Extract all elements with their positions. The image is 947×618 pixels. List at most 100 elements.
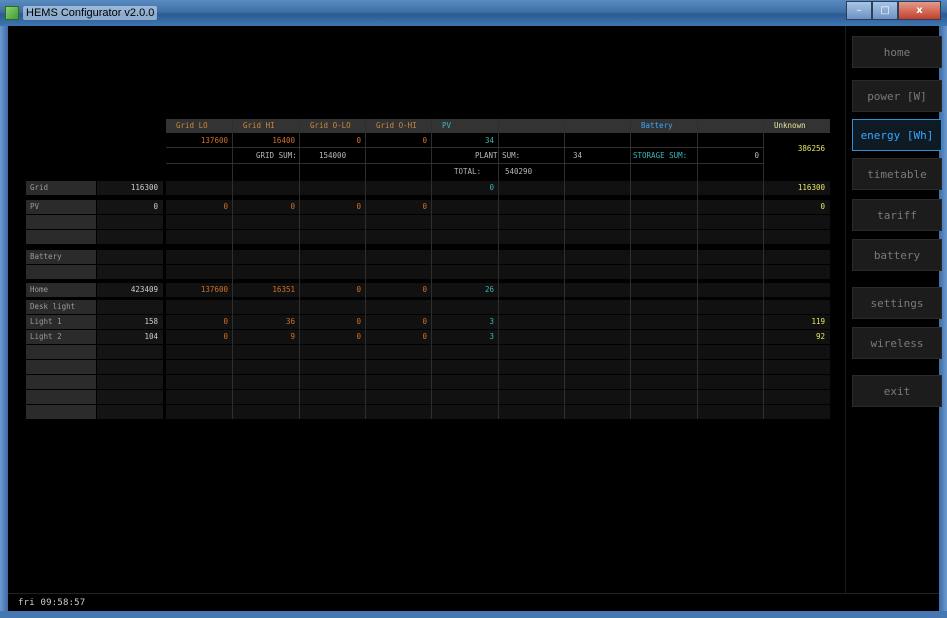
column-separator xyxy=(365,119,366,419)
load-grid-o-lo-cell: 0 xyxy=(356,332,361,341)
load-grid-hi-cell: 36 xyxy=(285,317,295,326)
pv-subrow-value-2 xyxy=(97,230,163,244)
battery-subrow-value xyxy=(97,265,163,279)
source-grid-o-lo: 0 xyxy=(300,134,366,148)
pv-subrow-label-1 xyxy=(26,215,96,229)
home-grid-hi-cell: 16351 xyxy=(272,285,295,294)
load-label: Light 1 xyxy=(26,315,96,329)
maximize-button[interactable]: □ xyxy=(872,1,898,20)
load-value xyxy=(97,300,163,314)
nav-energy-button[interactable]: energy [Wh] xyxy=(852,119,942,151)
total-label: TOTAL: xyxy=(454,167,482,176)
sidebar-divider xyxy=(845,26,846,593)
window-border-bottom xyxy=(0,611,947,618)
col-header-pv: PV xyxy=(432,119,498,133)
col-header-grid-o-hi: Grid O-HI xyxy=(366,119,431,133)
source-grid-hi: 16400 xyxy=(233,134,300,148)
load-unknown-cell: 92 xyxy=(815,332,825,341)
empty-row-value xyxy=(97,345,163,359)
col-header-empty-2 xyxy=(565,119,630,133)
pv-grid-lo-cell: 0 xyxy=(223,202,228,211)
home-grid-lo-cell: 137600 xyxy=(200,285,228,294)
row-label-pv: PV xyxy=(26,200,96,214)
empty-row-value xyxy=(97,390,163,404)
empty-row-value xyxy=(97,405,163,419)
col-header-empty-1 xyxy=(499,119,564,133)
app-icon xyxy=(5,6,19,20)
column-separator xyxy=(630,119,631,419)
source-pv: 34 xyxy=(432,134,499,148)
column-separator xyxy=(498,119,499,419)
load-pv-cell: 3 xyxy=(489,332,494,341)
status-divider xyxy=(8,593,939,594)
status-clock: fri 09:58:57 xyxy=(18,598,86,608)
source-empty-cells xyxy=(499,134,763,148)
column-separator xyxy=(232,119,233,419)
row-label-battery: Battery xyxy=(26,250,96,264)
column-separator xyxy=(697,119,698,419)
pv-grid-o-hi-cell: 0 xyxy=(422,202,427,211)
source-unknown: 386256 xyxy=(797,144,825,153)
col-header-battery: Battery xyxy=(631,119,697,133)
nav-exit-button[interactable]: exit xyxy=(852,375,942,407)
home-grid-o-lo-cell: 0 xyxy=(356,285,361,294)
grid-pv-cell: 0 xyxy=(489,183,494,192)
row-value-pv: 0 xyxy=(97,200,163,214)
pv-unknown-cell: 0 xyxy=(820,202,825,211)
row-value-battery xyxy=(97,250,163,264)
nav-power-button[interactable]: power [W] xyxy=(852,80,942,112)
load-grid-o-hi-cell: 0 xyxy=(422,317,427,326)
row-value-grid: 116300 xyxy=(97,181,163,195)
nav-tariff-button[interactable]: tariff xyxy=(852,199,942,231)
load-value: 158 xyxy=(97,315,163,329)
pv-grid-o-lo-cell: 0 xyxy=(356,202,361,211)
column-separator xyxy=(564,119,565,419)
empty-row-label xyxy=(26,405,96,419)
empty-row-label xyxy=(26,345,96,359)
load-grid-lo-cell: 0 xyxy=(223,332,228,341)
load-grid-lo-cell: 0 xyxy=(223,317,228,326)
empty-row-label xyxy=(26,375,96,389)
nav-wireless-button[interactable]: wireless xyxy=(852,327,942,359)
nav-settings-button[interactable]: settings xyxy=(852,287,942,319)
nav-home-button[interactable]: home xyxy=(852,36,942,68)
window-border-left xyxy=(0,26,8,618)
pv-subrow-value-1 xyxy=(97,215,163,229)
grid-unknown-cell: 116300 xyxy=(797,183,825,192)
empty-row-label xyxy=(26,390,96,404)
sum-row-divider xyxy=(166,149,764,164)
row-label-grid: Grid xyxy=(26,181,96,195)
empty-row-value xyxy=(97,360,163,374)
pv-grid-hi-cell: 0 xyxy=(290,202,295,211)
close-button[interactable]: x xyxy=(898,1,941,20)
source-grid-lo: 137600 xyxy=(166,134,233,148)
row-label-home: Home xyxy=(26,283,96,297)
empty-row-value xyxy=(97,375,163,389)
home-pv-cell: 26 xyxy=(484,285,494,294)
col-header-grid-lo: Grid LO xyxy=(166,119,232,133)
row-value-home: 423409 xyxy=(97,283,163,297)
col-header-empty-3 xyxy=(698,119,763,133)
load-grid-o-hi-cell: 0 xyxy=(422,332,427,341)
load-grid-o-lo-cell: 0 xyxy=(356,317,361,326)
window-controls: – □ x xyxy=(846,1,941,20)
load-label: Light 2 xyxy=(26,330,96,344)
column-separator xyxy=(763,119,764,419)
nav-battery-button[interactable]: battery xyxy=(852,239,942,271)
battery-subrow-label xyxy=(26,265,96,279)
load-unknown-cell: 119 xyxy=(811,317,825,326)
pv-subrow-label-2 xyxy=(26,230,96,244)
column-separator xyxy=(431,119,432,419)
col-header-unknown: Unknown xyxy=(764,119,830,133)
title-bar: HEMS Configurator v2.0.0 – □ x xyxy=(0,0,947,27)
load-label: Desk light xyxy=(26,300,96,314)
load-pv-cell: 3 xyxy=(489,317,494,326)
minimize-button[interactable]: – xyxy=(846,1,872,20)
window-title: HEMS Configurator v2.0.0 xyxy=(23,6,158,20)
window-border-right xyxy=(939,26,947,618)
load-value: 104 xyxy=(97,330,163,344)
total-value: 540290 xyxy=(505,167,533,176)
col-header-grid-hi: Grid HI xyxy=(233,119,299,133)
column-separator xyxy=(299,119,300,419)
nav-timetable-button[interactable]: timetable xyxy=(852,158,942,190)
